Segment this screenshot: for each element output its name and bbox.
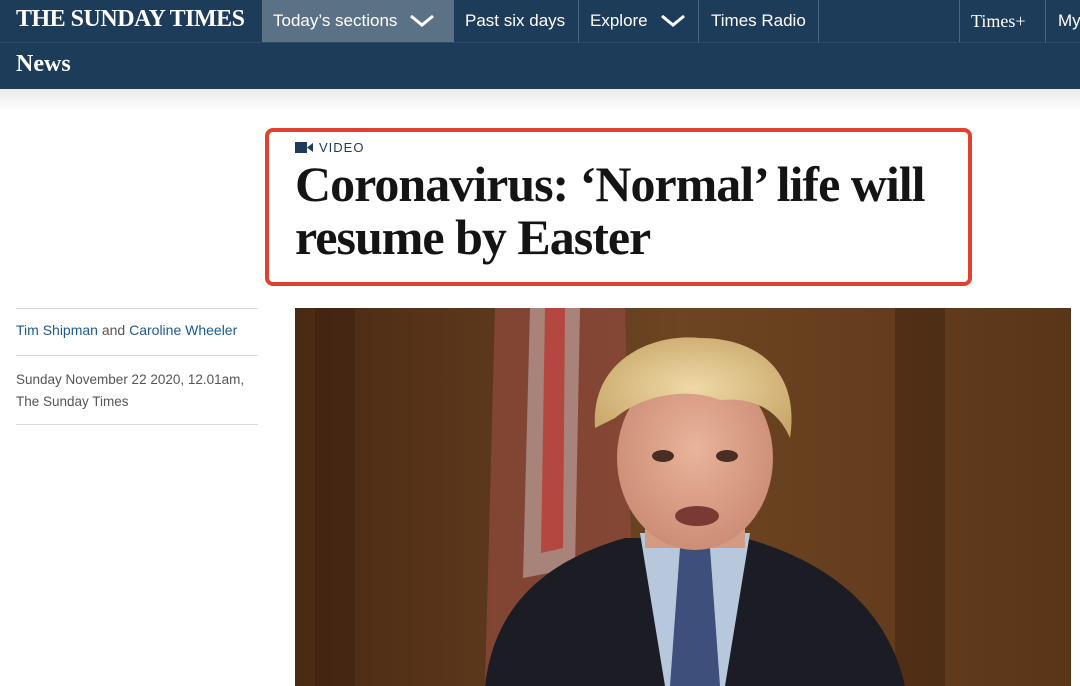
nav-todays-sections[interactable]: Today’s sections	[262, 0, 454, 42]
section-title[interactable]: News	[16, 51, 71, 78]
nav-past-six-days-label: Past six days	[465, 11, 566, 30]
nav-my-account-label: My	[1058, 11, 1080, 30]
dateline: Sunday November 22 2020, 12.01am, The Su…	[16, 369, 256, 413]
author-link[interactable]: Tim Shipman	[16, 322, 98, 338]
article-headline: Coronavirus: ‘Normal’ life will resume b…	[295, 156, 926, 265]
nav-times-plus-label: Times+	[971, 10, 1026, 31]
video-tag: VIDEO	[295, 140, 364, 155]
byline-divider	[16, 355, 258, 356]
header-shadow	[0, 89, 1080, 111]
section-bar: News	[0, 42, 1080, 89]
publish-date: Sunday November 22 2020, 12.01am,	[16, 372, 245, 387]
nav-divider	[818, 0, 819, 42]
nav-times-radio-label: Times Radio	[711, 11, 806, 30]
photo-illustration	[295, 308, 1071, 686]
byline-divider	[16, 308, 258, 309]
nav-my-account[interactable]: My	[1046, 0, 1080, 42]
nav-times-radio[interactable]: Times Radio	[699, 0, 818, 42]
top-navigation: THE SUNDAY TIMES Today’s sections Past s…	[0, 0, 1080, 42]
article-lead-photo[interactable]	[295, 308, 1071, 686]
video-camera-icon	[295, 142, 313, 153]
author-link[interactable]: Caroline Wheeler	[129, 322, 237, 338]
chevron-down-icon	[660, 14, 685, 27]
byline-divider	[16, 424, 258, 425]
nav-explore[interactable]: Explore	[579, 0, 698, 42]
publication-name: The Sunday Times	[16, 394, 129, 409]
masthead-logo[interactable]: THE SUNDAY TIMES	[16, 6, 245, 33]
byline: Tim Shipman and Caroline Wheeler	[16, 322, 237, 338]
author-joiner: and	[101, 322, 126, 338]
nav-explore-label: Explore	[590, 11, 648, 30]
nav-times-plus[interactable]: Times+	[960, 0, 1044, 42]
chevron-down-icon	[410, 14, 435, 27]
video-tag-label: VIDEO	[319, 140, 365, 155]
nav-todays-sections-label: Today’s sections	[273, 11, 398, 30]
nav-past-six-days[interactable]: Past six days	[454, 0, 578, 42]
